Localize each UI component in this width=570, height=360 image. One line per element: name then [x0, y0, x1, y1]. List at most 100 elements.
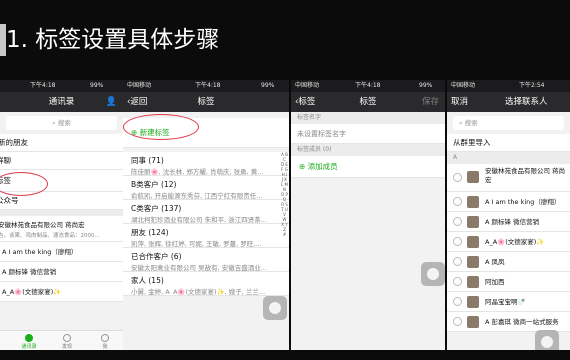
import-label: 从群里导入 [453, 138, 491, 147]
status-bar: 下午4:18 99% [0, 80, 123, 92]
tag-name: 同事 (71) [131, 156, 164, 165]
contact-name: 阿加西 [485, 278, 505, 286]
contact-row[interactable]: 安徽林苑食品有限公司 蒋尚宏 吉，谈果、鸡肉制品、速冻食品：2000... [0, 216, 123, 242]
assistive-touch-button[interactable] [535, 330, 559, 350]
contacts-icon [25, 334, 33, 342]
tag-members: 俞航凯, 开启能源东秀芬, 江西宁红有限责任... [131, 192, 263, 200]
status-battery: 99% [90, 82, 104, 89]
contact-row[interactable]: A 彭嘉琪 微商一站式服务 [447, 312, 570, 332]
search-placeholder: 搜索 [464, 119, 478, 127]
contact-row[interactable]: A 颜标锋 微信营销 [447, 212, 570, 232]
tags-screen: 中国移动 下午4:18 99% ‹ 返回 标签 ⊕ 新建标签 同事 (71) 陈… [123, 80, 289, 350]
tag-name: C类客户 (137) [131, 204, 182, 213]
contact-row[interactable]: 阿晶宝宝啊🍼 [447, 292, 570, 312]
contact-row[interactable]: A I am the king（廖翔） [0, 242, 123, 262]
add-circle-icon: ⊕ [299, 162, 306, 171]
alphabet-index[interactable]: A B C D E F G H I J K L M N O P Q R S T … [281, 152, 288, 237]
select-radio[interactable] [453, 317, 462, 326]
avatar [467, 216, 479, 228]
tab-bar: 通讯录 发现 我 [0, 330, 123, 350]
select-radio[interactable] [453, 277, 462, 286]
contact-row[interactable]: 阿加西 [447, 272, 570, 292]
avatar [467, 296, 479, 308]
search-input[interactable]: ⌕ 搜索 [6, 116, 117, 130]
status-bar: 中国移动 下午2:54 [447, 80, 570, 92]
compass-icon [63, 334, 71, 342]
section-letter: A [447, 152, 570, 164]
save-button[interactable]: 保存 [422, 92, 439, 112]
tag-name: 已合作客户 (6) [131, 252, 182, 261]
select-radio[interactable] [453, 257, 462, 266]
tag-name-field[interactable]: 未设置标签名字 [291, 124, 445, 144]
tag-row[interactable]: 朋友 (124) 凯萍, 张辉, 徐红婷, 可妮, 王敏, 罗蔓, 罗旺,... [123, 224, 289, 248]
contact-name: 安徽林苑食品有限公司 蒋尚宏 [0, 221, 85, 229]
tag-members: 凯萍, 张辉, 徐红婷, 可妮, 王敏, 罗蔓, 罗旺,... [131, 240, 262, 248]
add-member-button[interactable]: ⊕ 添加成员 [291, 156, 445, 178]
avatar [467, 256, 479, 268]
contact-subtitle: 吉，谈果、鸡肉制品、速冻食品：2000... [0, 233, 100, 239]
tab-discover[interactable]: 发现 [52, 331, 82, 350]
contact-row[interactable]: A 颜标锋 微信营销 [0, 262, 123, 282]
tag-row[interactable]: 家人 (15) 小舅, 金婷, A_A🌸(文德家宴)✨, 嫂子, 兰兰... [123, 272, 289, 296]
select-radio[interactable] [453, 237, 462, 246]
contacts-screen: 下午4:18 99% 通讯录 👤 ⌕ 搜索 新的朋友 群聊 标签 公众号 安徽林… [0, 80, 123, 350]
search-placeholder: 搜索 [57, 119, 71, 127]
nav-bar: 取消 选择联系人 [447, 92, 570, 112]
tag-name: 家人 (15) [131, 276, 164, 285]
tab-contacts[interactable]: 通讯录 [14, 331, 44, 350]
tag-name: B类客户 (12) [131, 180, 177, 189]
status-time: 下午2:54 [519, 82, 545, 89]
select-radio[interactable] [453, 217, 462, 226]
avatar [467, 276, 479, 288]
status-battery: 99% [419, 82, 433, 89]
tag-members: 陈佳丽🌸, 沈长林, 郑方耀, 肖萌庆, 张勇, 黄... [131, 168, 264, 176]
add-contact-icon[interactable]: 👤 [106, 92, 117, 112]
tab-me[interactable]: 我 [90, 331, 120, 350]
list-item-label: 公众号 [0, 196, 19, 205]
contact-row[interactable]: A_A🌸(文德家宴)✨ [0, 282, 123, 302]
contact-row[interactable]: A 凤凤 [447, 252, 570, 272]
search-input[interactable]: ⌕ 搜索 [453, 116, 564, 130]
list-item-new-friends[interactable]: 新的朋友 [0, 134, 123, 152]
contact-row[interactable]: A_A🌸(文德家宴)✨ [447, 232, 570, 252]
status-bar: 中国移动 下午4:18 99% [123, 80, 289, 92]
status-time: 下午4:18 [355, 82, 381, 89]
avatar [467, 316, 479, 328]
contact-name: A 颜标锋 微信营销 [2, 268, 57, 276]
nav-title: 通讯录 [48, 97, 75, 107]
list-item-group-chats[interactable]: 群聊 [0, 152, 123, 170]
tag-name: 朋友 (124) [131, 228, 169, 237]
contact-name: 安徽林苑食品有限公司 蒋尚宏 [485, 167, 566, 184]
contact-name: A_A🌸(文德家宴)✨ [485, 238, 545, 246]
tag-members: 安徽太阳禽业有限公司 吴敌有, 安徽吉盛酒业... [131, 264, 267, 272]
contact-name: A 彭嘉琪 微商一站式服务 [485, 318, 559, 326]
tag-row[interactable]: 已合作客户 (6) 安徽太阳禽业有限公司 吴敌有, 安徽吉盛酒业... [123, 248, 289, 272]
status-bar: 中国移动 下午4:18 99% [291, 80, 445, 92]
cancel-button[interactable]: 取消 [451, 92, 468, 112]
tag-row[interactable]: 同事 (71) 陈佳丽🌸, 沈长林, 郑方耀, 肖萌庆, 张勇, 黄... [123, 152, 289, 176]
list-item-label: 群聊 [0, 156, 11, 165]
import-from-group[interactable]: 从群里导入 [447, 134, 570, 152]
nav-bar: ‹ 标签 标签 保存 [291, 92, 445, 112]
status-carrier: 中国移动 [295, 82, 320, 89]
tab-label: 发现 [61, 344, 72, 350]
tag-members: 湖北柯犯珍酒业有限公司 朱和平, 浙江四贤茶... [131, 216, 267, 224]
select-radio[interactable] [453, 173, 462, 182]
status-carrier: 中国移动 [127, 82, 152, 89]
contact-name: 阿晶宝宝啊🍼 [485, 298, 526, 306]
assistive-touch-button[interactable] [263, 296, 287, 320]
tag-row[interactable]: C类客户 (137) 湖北柯犯珍酒业有限公司 朱和平, 浙江四贤茶... [123, 200, 289, 224]
contact-name: A 颜标锋 微信营销 [485, 218, 540, 226]
contact-name: A_A🌸(文德家宴)✨ [2, 288, 62, 296]
tag-row[interactable]: B类客户 (12) 俞航凯, 开启能源东秀芬, 江西宁红有限责任... [123, 176, 289, 200]
avatar [467, 196, 479, 208]
select-radio[interactable] [453, 197, 462, 206]
status-carrier: 中国移动 [451, 82, 476, 89]
contact-row[interactable]: A I am the king（廖翔） [447, 192, 570, 212]
select-radio[interactable] [453, 297, 462, 306]
list-item-label: 新的朋友 [0, 138, 28, 147]
contact-row[interactable]: 安徽林苑食品有限公司 蒋尚宏 [447, 164, 570, 192]
tag-name-header: 标签名字 [291, 112, 445, 124]
contact-name: A I am the king（廖翔） [485, 198, 561, 206]
assistive-touch-button[interactable] [421, 262, 445, 286]
